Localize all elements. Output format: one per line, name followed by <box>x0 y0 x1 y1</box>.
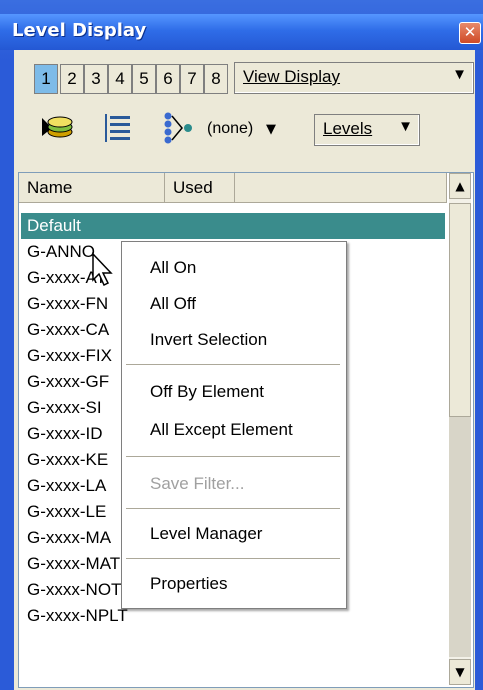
mouse-cursor-icon <box>92 252 113 287</box>
view-display-dropdown[interactable]: View Display ▼ <box>234 62 474 94</box>
scroll-track[interactable] <box>449 417 471 657</box>
column-header-name[interactable]: Name <box>19 173 165 203</box>
title-bar[interactable]: Level Display ✕ <box>0 14 483 50</box>
view-tab-7[interactable]: 7 <box>180 64 204 94</box>
close-icon: ✕ <box>463 23 477 41</box>
vertical-scrollbar[interactable]: ▲ ▼ <box>449 173 471 685</box>
view-tab-5[interactable]: 5 <box>132 64 156 94</box>
levels-chevron-down-icon: ▼ <box>398 118 413 135</box>
menu-item-properties[interactable]: Properties <box>150 574 227 594</box>
scroll-up-button[interactable]: ▲ <box>449 173 471 199</box>
menu-item-save-filter: Save Filter... <box>150 474 245 493</box>
levels-label: Levels <box>323 119 373 138</box>
menu-item-all-except-element[interactable]: All Except Element <box>150 420 293 440</box>
menu-separator <box>126 558 340 559</box>
menu-item-all-on[interactable]: All On <box>150 258 196 278</box>
level-symbology-icon[interactable] <box>38 110 74 146</box>
view-tab-6[interactable]: 6 <box>156 64 180 94</box>
level-list-icon[interactable] <box>100 110 136 146</box>
view-display-label: View Display <box>243 67 341 86</box>
view-tab-1[interactable]: 1 <box>34 64 58 94</box>
scroll-thumb[interactable] <box>449 203 471 417</box>
view-tab-3[interactable]: 3 <box>84 64 108 94</box>
view-tab-2[interactable]: 2 <box>60 64 84 94</box>
context-menu: All On All Off Invert Selection Off By E… <box>121 241 347 609</box>
menu-separator <box>126 456 340 457</box>
menu-separator <box>126 364 340 365</box>
scroll-down-button[interactable]: ▼ <box>449 659 471 685</box>
menu-item-all-off[interactable]: All Off <box>150 294 196 314</box>
filter-value[interactable]: (none) <box>207 120 253 138</box>
chevron-down-icon: ▼ <box>452 66 467 83</box>
level-filter-icon[interactable] <box>160 110 196 146</box>
menu-separator <box>126 508 340 509</box>
view-tab-8[interactable]: 8 <box>204 64 228 94</box>
column-header-used[interactable]: Used <box>165 173 235 203</box>
column-header-blank <box>235 173 447 203</box>
filter-chevron-down-icon[interactable]: ▼ <box>266 122 276 137</box>
list-item[interactable]: Default <box>21 213 445 239</box>
menu-item-invert-selection[interactable]: Invert Selection <box>150 330 267 350</box>
levels-dropdown[interactable]: Levels ▼ <box>314 114 420 146</box>
view-tab-4[interactable]: 4 <box>108 64 132 94</box>
menu-item-off-by-element[interactable]: Off By Element <box>150 382 264 402</box>
window-title: Level Display <box>12 20 147 41</box>
menu-item-level-manager[interactable]: Level Manager <box>150 524 262 544</box>
close-button[interactable]: ✕ <box>459 22 481 44</box>
